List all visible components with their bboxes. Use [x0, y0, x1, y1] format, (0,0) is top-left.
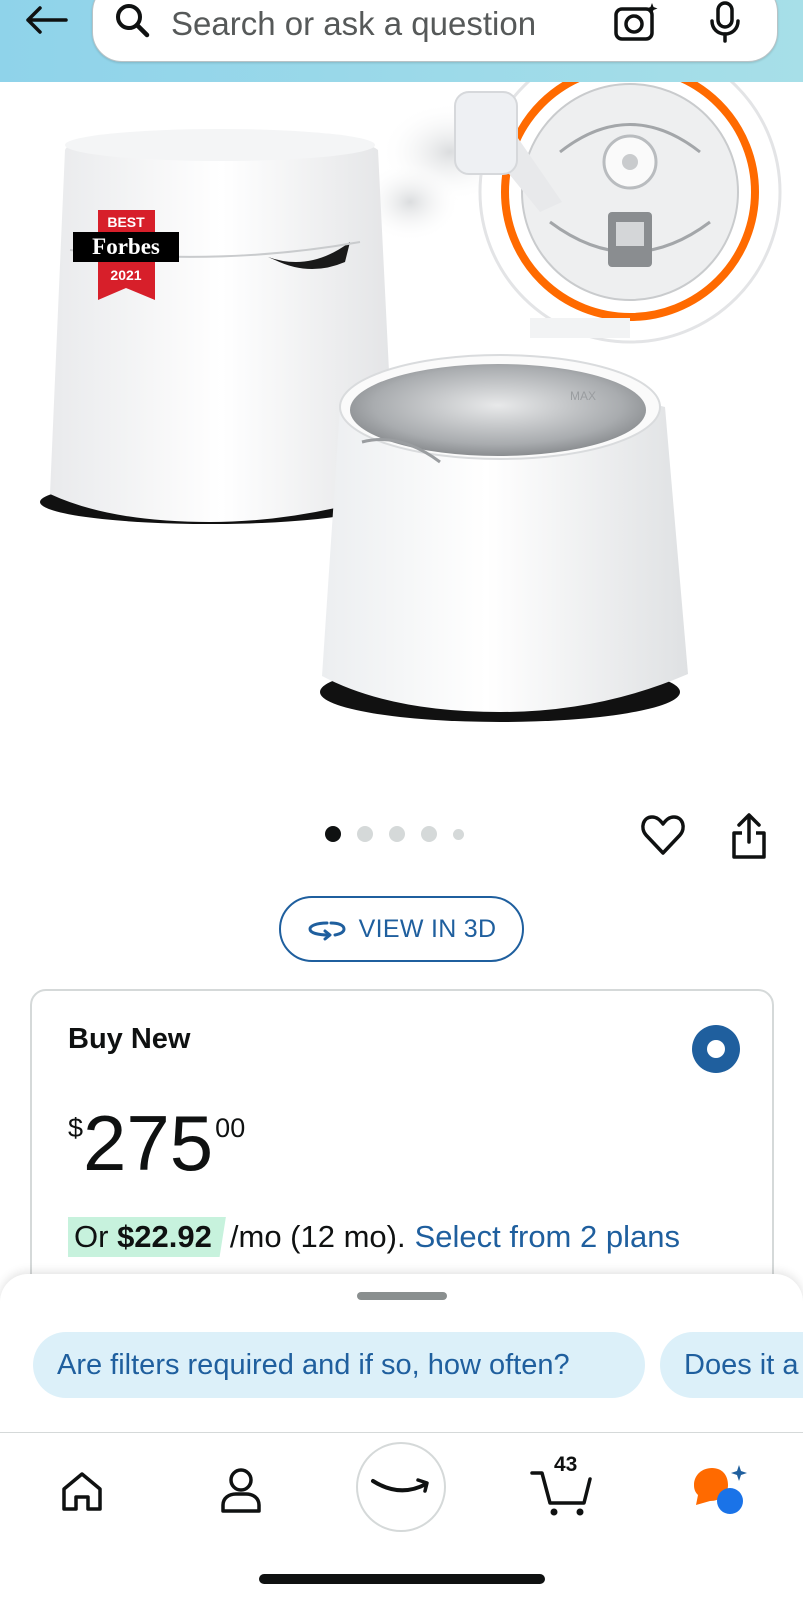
heart-icon[interactable]	[640, 813, 686, 857]
select-plans-link[interactable]: Select from 2 plans	[415, 1219, 680, 1255]
svg-text:BEST: BEST	[107, 214, 145, 230]
camera-icon[interactable]	[613, 1, 659, 43]
back-button[interactable]	[20, 0, 72, 40]
amazon-smile-icon	[371, 1478, 429, 1493]
price: $ 275 00	[68, 1103, 245, 1183]
svg-text:MAX: MAX	[570, 389, 596, 403]
monthly-payment: Or $22.92 /mo (12 mo). Select from 2 pla…	[68, 1217, 680, 1257]
suggestion-chip[interactable]: Are filters required and if so, how ofte…	[33, 1332, 645, 1398]
microphone-icon[interactable]	[705, 0, 745, 43]
back-arrow-icon	[26, 6, 68, 34]
carousel-dot[interactable]	[389, 826, 405, 842]
home-icon[interactable]	[58, 1467, 106, 1515]
monthly-terms: /mo (12 mo).	[229, 1219, 406, 1254]
view-in-3d-button[interactable]: VIEW IN 3D	[279, 896, 524, 962]
product-image[interactable]: BEST Forbes 2021 MAX	[0, 40, 803, 772]
search-bar[interactable]: Search or ask a question	[92, 0, 778, 62]
buy-new-title: Buy New	[68, 1023, 191, 1055]
price-fraction: 00	[215, 1113, 246, 1143]
top-header: Search or ask a question	[0, 0, 803, 82]
price-symbol: $	[68, 1113, 84, 1143]
rotate-3d-icon	[308, 921, 346, 941]
carousel-dot[interactable]	[325, 826, 341, 842]
humidifier-image: BEST Forbes 2021 MAX	[40, 40, 782, 722]
buy-new-radio[interactable]	[692, 1025, 740, 1073]
sheet-grabber[interactable]	[357, 1292, 447, 1300]
suggestion-chip[interactable]: Does it a	[660, 1332, 803, 1398]
monthly-highlight: Or $22.92	[68, 1217, 226, 1257]
share-icon[interactable]	[730, 812, 768, 860]
amazon-smile-button[interactable]	[356, 1442, 446, 1532]
search-input[interactable]: Search or ask a question	[171, 5, 536, 43]
account-icon[interactable]	[218, 1465, 264, 1515]
search-icon	[116, 4, 150, 38]
cart-button[interactable]: 43	[530, 1453, 596, 1517]
home-indicator	[259, 1574, 545, 1584]
suggestions-sheet: Are filters required and if so, how ofte…	[0, 1274, 803, 1434]
price-whole: 275	[83, 1099, 214, 1187]
carousel-dot[interactable]	[421, 826, 437, 842]
svg-text:Forbes: Forbes	[92, 234, 160, 259]
carousel-indicators[interactable]	[325, 826, 464, 842]
buy-new-option[interactable]: Buy New $ 275 00 Or $22.92 /mo (12 mo). …	[30, 989, 774, 1309]
cart-count-badge: 43	[554, 1453, 578, 1476]
monthly-amount: $22.92	[117, 1219, 212, 1254]
view-in-3d-label: VIEW IN 3D	[358, 914, 497, 943]
rufus-ai-icon[interactable]	[690, 1463, 750, 1519]
carousel-dot[interactable]	[453, 828, 464, 840]
product-detail-page: Search or ask a question BEST Forbes 202…	[0, 0, 803, 1600]
svg-text:2021: 2021	[110, 267, 141, 283]
monthly-prefix: Or	[74, 1219, 118, 1254]
carousel-dot[interactable]	[357, 826, 373, 842]
